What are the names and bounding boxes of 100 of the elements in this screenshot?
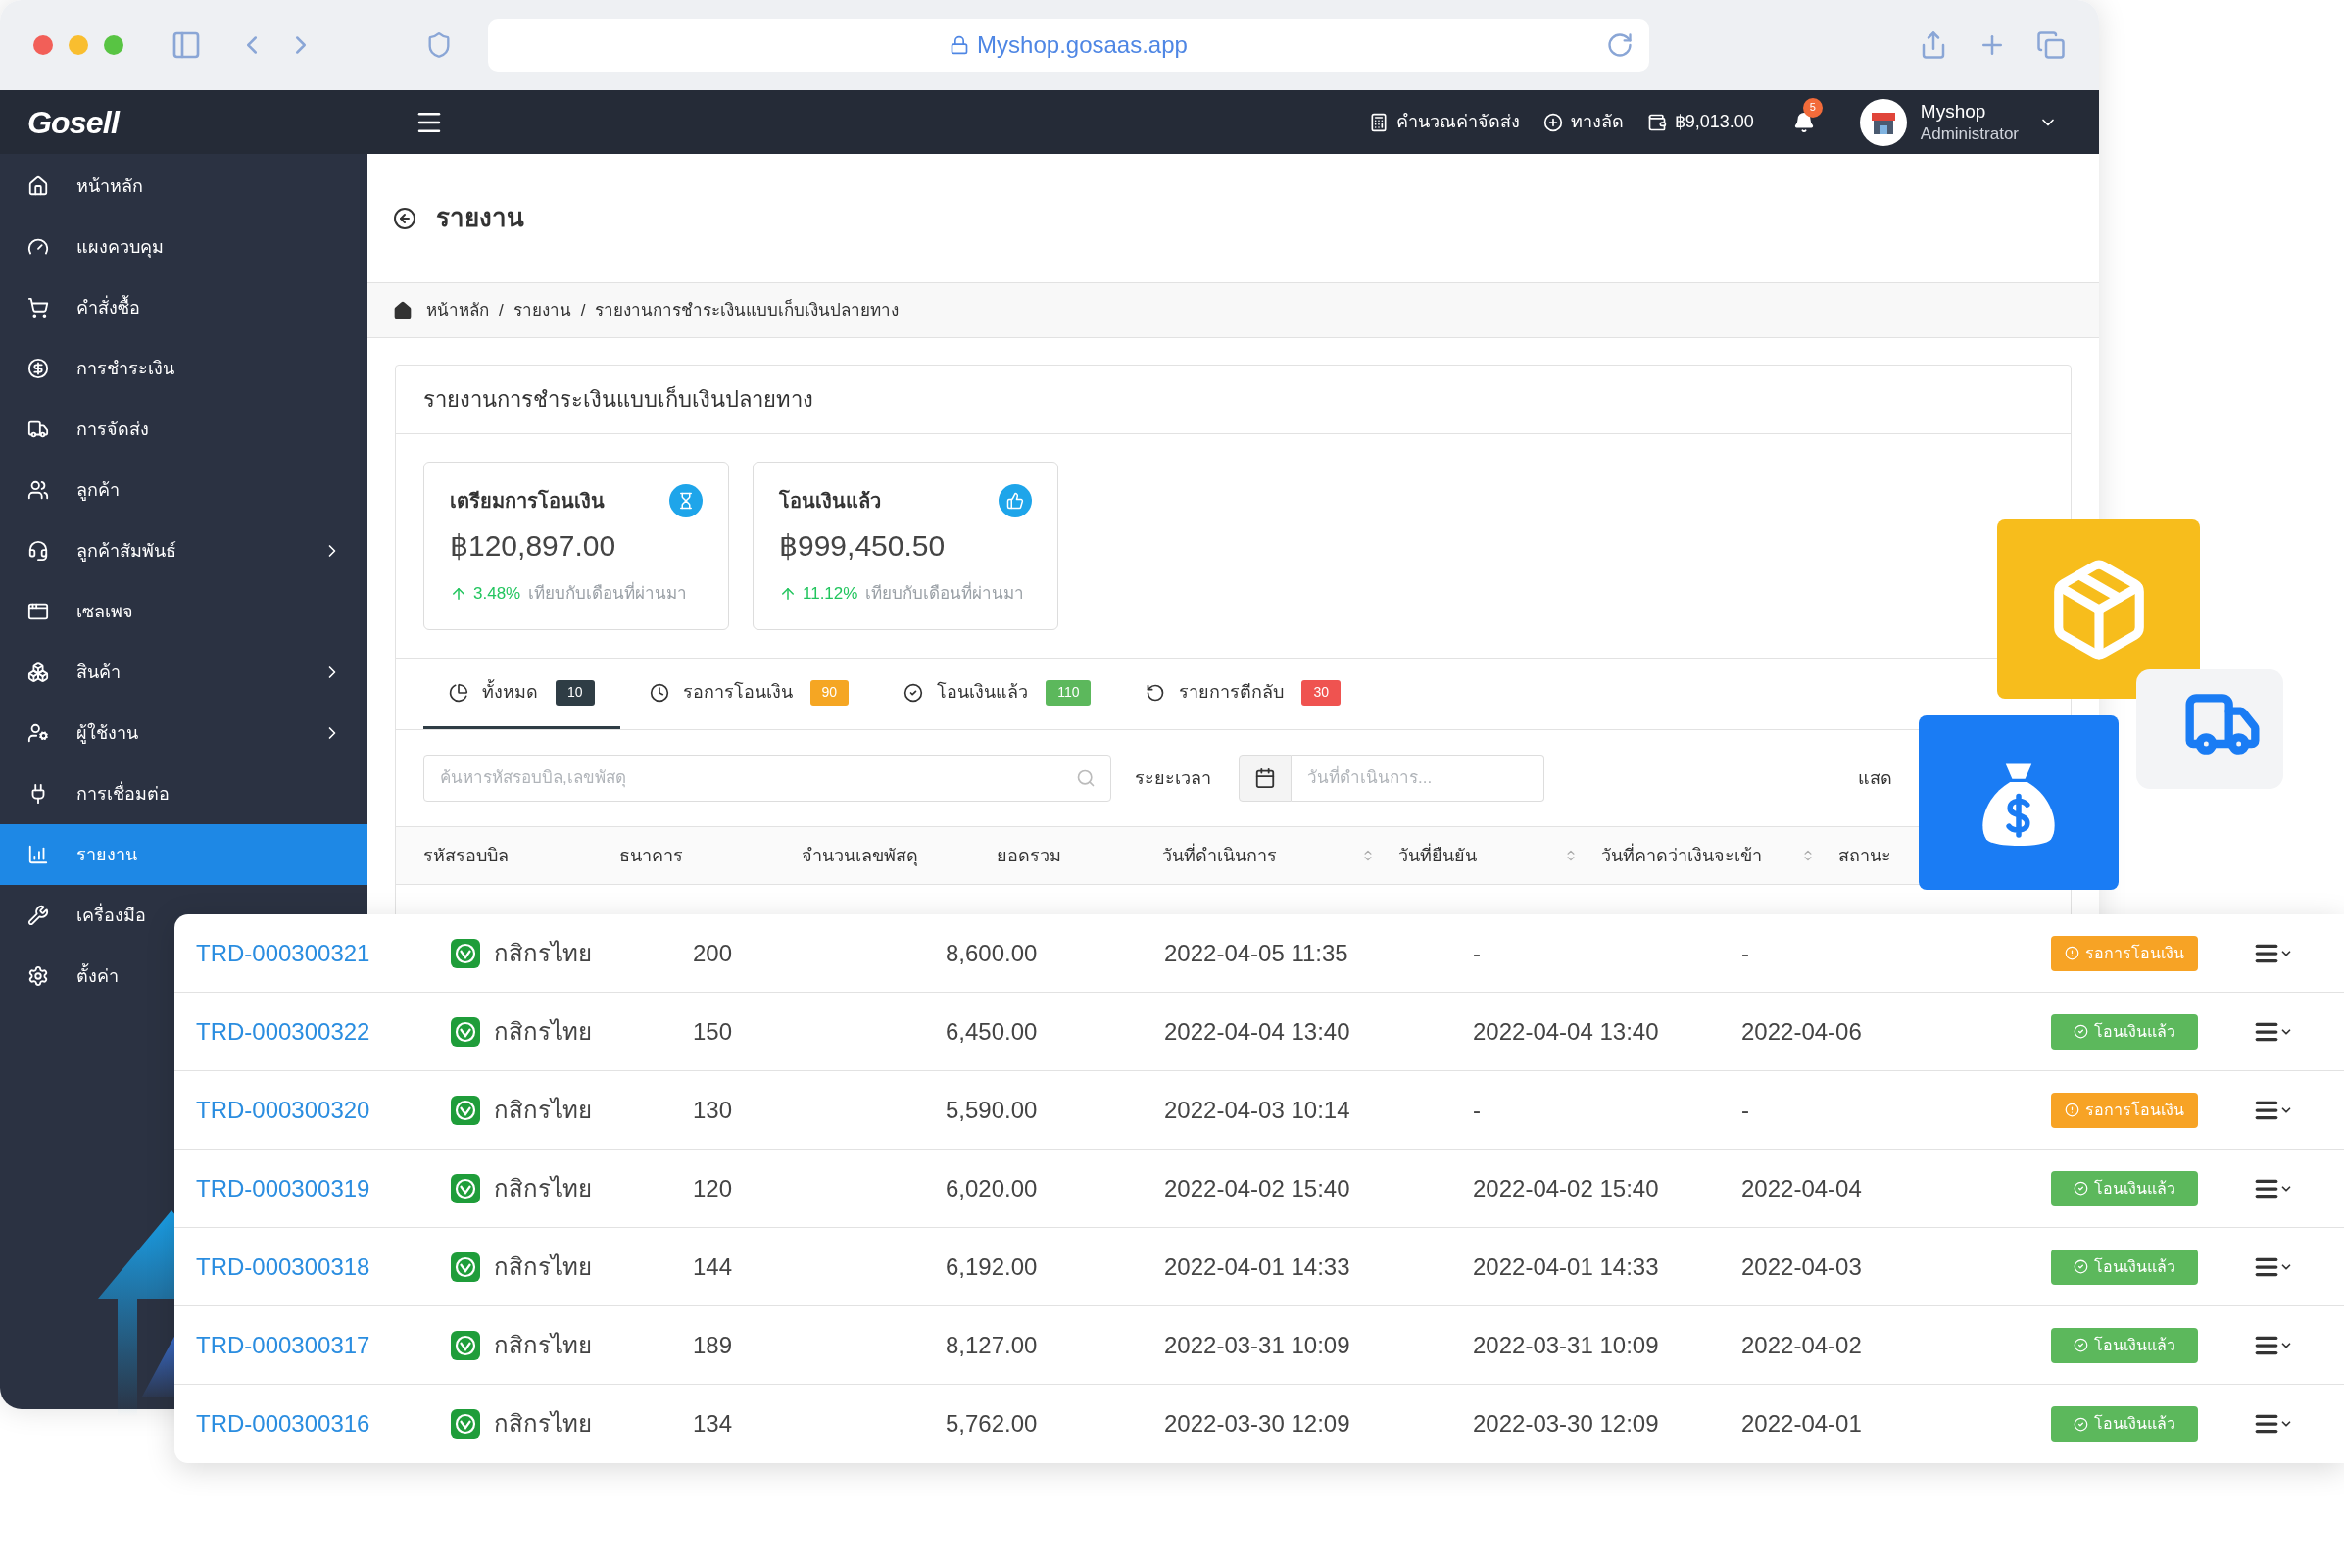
status-badge: รอการโอนเงิน xyxy=(2051,935,2198,971)
headset-icon xyxy=(27,540,49,562)
notification-badge: 5 xyxy=(1802,97,1823,118)
header-action[interactable]: ฿9,013.00 xyxy=(1646,109,1754,135)
logo[interactable]: Gosell xyxy=(27,98,119,146)
home-icon[interactable] xyxy=(393,300,413,320)
bank-logo-icon xyxy=(451,1330,480,1360)
user-role: Administrator xyxy=(1920,122,2019,145)
stat-change: 11.12% xyxy=(803,583,858,605)
report-title: รายงานการชำระเงินแบบเก็บเงินปลายทาง xyxy=(423,384,813,414)
sidebar-item[interactable]: การชำระเงิน xyxy=(0,338,184,399)
breadcrumb-separator: / xyxy=(580,299,586,321)
sidebar-item[interactable]: หน้าหลัก xyxy=(0,156,153,217)
clock-icon xyxy=(649,682,669,703)
sidebar-item[interactable]: เครื่องมือ xyxy=(0,885,156,946)
store-avatar[interactable] xyxy=(1859,98,1907,146)
sidebar-item[interactable]: ลูกค้าสัมพันธ์ xyxy=(0,520,367,581)
column-header: สถานะ xyxy=(1838,844,1891,867)
sidebar-item[interactable]: รายงาน xyxy=(0,824,367,885)
total-amount: 6,450.00 xyxy=(946,1017,1038,1045)
sidebar-item[interactable]: เซลเพจ xyxy=(0,581,143,642)
wallet-icon xyxy=(1646,112,1667,132)
sidebar-item[interactable]: คำสั่งซื้อ xyxy=(0,277,150,338)
filter-tab[interactable]: ทั้งหมด 10 xyxy=(423,659,620,729)
column-header[interactable]: วันที่คาดว่าเงินจะเข้า xyxy=(1601,842,1838,869)
breadcrumb-link[interactable]: หน้าหลัก xyxy=(426,297,489,323)
bank-name: กสิกรไทย xyxy=(494,1409,592,1439)
expected-date: 2022-04-02 xyxy=(1741,1331,1862,1358)
undo-icon xyxy=(1146,682,1166,703)
sidebar-item[interactable]: แผงควบคุม xyxy=(0,217,173,277)
bank-name: กสิกรไทย xyxy=(494,1173,592,1203)
settings-icon xyxy=(27,965,49,987)
home-icon xyxy=(27,175,49,197)
bill-id-link[interactable]: TRD-000300317 xyxy=(196,1331,370,1358)
bill-id-link[interactable]: TRD-000300316 xyxy=(196,1410,370,1437)
stat-comparison: เทียบกับเดือนที่ผ่านมา xyxy=(528,581,688,607)
total-amount: 8,127.00 xyxy=(946,1331,1038,1358)
page-title: รายงาน xyxy=(436,202,524,234)
confirmed-date: 2022-03-30 12:09 xyxy=(1473,1410,1659,1437)
back-circle-icon[interactable] xyxy=(393,206,416,230)
sidebar-item[interactable]: ลูกค้า xyxy=(0,460,129,520)
header-action[interactable]: ทางลัด xyxy=(1542,109,1624,135)
bill-id-link[interactable]: TRD-000300320 xyxy=(196,1096,370,1123)
bell-icon[interactable] xyxy=(1792,111,1815,133)
total-amount: 6,020.00 xyxy=(946,1174,1038,1201)
hourglass-icon xyxy=(669,484,703,517)
alert-icon xyxy=(2065,1102,2079,1118)
check-icon xyxy=(2074,1338,2088,1353)
processed-date: 2022-04-04 13:40 xyxy=(1164,1017,1350,1045)
expected-date: 2022-04-06 xyxy=(1741,1017,1862,1045)
users-icon xyxy=(27,479,49,501)
confirmed-date: - xyxy=(1473,939,1481,966)
bill-id-link[interactable]: TRD-000300318 xyxy=(196,1252,370,1280)
pie-chart-icon xyxy=(449,682,468,703)
processed-date: 2022-03-30 12:09 xyxy=(1164,1410,1350,1437)
date-field[interactable]: วันที่ดำเนินการ... xyxy=(1292,755,1544,802)
bill-id-link[interactable]: TRD-000300322 xyxy=(196,1017,370,1045)
sidebar-item[interactable]: การจัดส่ง xyxy=(0,399,159,460)
confirmed-date: 2022-04-01 14:33 xyxy=(1473,1252,1659,1280)
bank-name: กสิกรไทย xyxy=(494,938,592,968)
column-header: ธนาคาร xyxy=(619,844,683,867)
window-icon xyxy=(27,601,49,622)
check-icon xyxy=(2074,1259,2088,1275)
sidebar-item[interactable]: ผู้ใช้งาน xyxy=(0,703,367,763)
bank-logo-icon xyxy=(451,1409,480,1439)
bank-name: กสิกรไทย xyxy=(494,1016,592,1047)
search-icon xyxy=(1076,768,1096,788)
count-badge: 90 xyxy=(809,679,850,706)
column-header[interactable]: วันที่ยืนยัน xyxy=(1398,842,1601,869)
bank-logo-icon xyxy=(451,1251,480,1282)
bill-id-link[interactable]: TRD-000300319 xyxy=(196,1174,370,1201)
parcel-count: 134 xyxy=(693,1410,733,1437)
breadcrumb-link[interactable]: รายงาน xyxy=(513,297,571,323)
total-amount: 5,590.00 xyxy=(946,1096,1038,1123)
bill-id-link[interactable]: TRD-000300321 xyxy=(196,939,370,966)
address-bar[interactable]: Myshop.gosaas.app xyxy=(488,19,1649,72)
search-field[interactable]: ค้นหารหัสรอบบิล,เลขพัสดุ xyxy=(423,755,1111,802)
parcel-count: 144 xyxy=(693,1252,733,1280)
stat-comparison: เทียบกับเดือนที่ผ่านมา xyxy=(865,581,1025,607)
column-header[interactable]: วันที่ดำเนินการ xyxy=(1162,842,1398,869)
confirmed-date: 2022-04-02 15:40 xyxy=(1473,1174,1659,1201)
sidebar-item[interactable]: ตั้งค่า xyxy=(0,946,128,1006)
parcel-count: 200 xyxy=(693,939,733,966)
sidebar-toggle-icon[interactable] xyxy=(171,29,202,61)
check-icon xyxy=(2074,1416,2088,1432)
sidebar-item[interactable]: การเชื่อมต่อ xyxy=(0,763,179,824)
dollar-icon xyxy=(27,358,49,379)
status-badge: โอนเงินแล้ว xyxy=(2051,1406,2198,1443)
filter-tab[interactable]: โอนเงินแล้ว 110 xyxy=(878,659,1117,729)
user-name: Myshop xyxy=(1920,99,1987,123)
cart-icon xyxy=(27,297,49,318)
stat-label: เตรียมการโอนเงิน xyxy=(450,488,605,514)
bank-logo-icon xyxy=(451,1016,480,1047)
filter-tab[interactable]: รอการโอนเงิน 90 xyxy=(623,659,875,729)
processed-date: 2022-04-01 14:33 xyxy=(1164,1252,1350,1280)
filter-tab[interactable]: รายการตีกลับ 30 xyxy=(1120,659,1367,729)
expected-date: 2022-04-03 xyxy=(1741,1252,1862,1280)
sidebar-item[interactable]: สินค้า xyxy=(0,642,367,703)
header-action[interactable]: คำนวณค่าจัดส่ง xyxy=(1368,109,1520,135)
calendar-button[interactable] xyxy=(1239,755,1292,802)
